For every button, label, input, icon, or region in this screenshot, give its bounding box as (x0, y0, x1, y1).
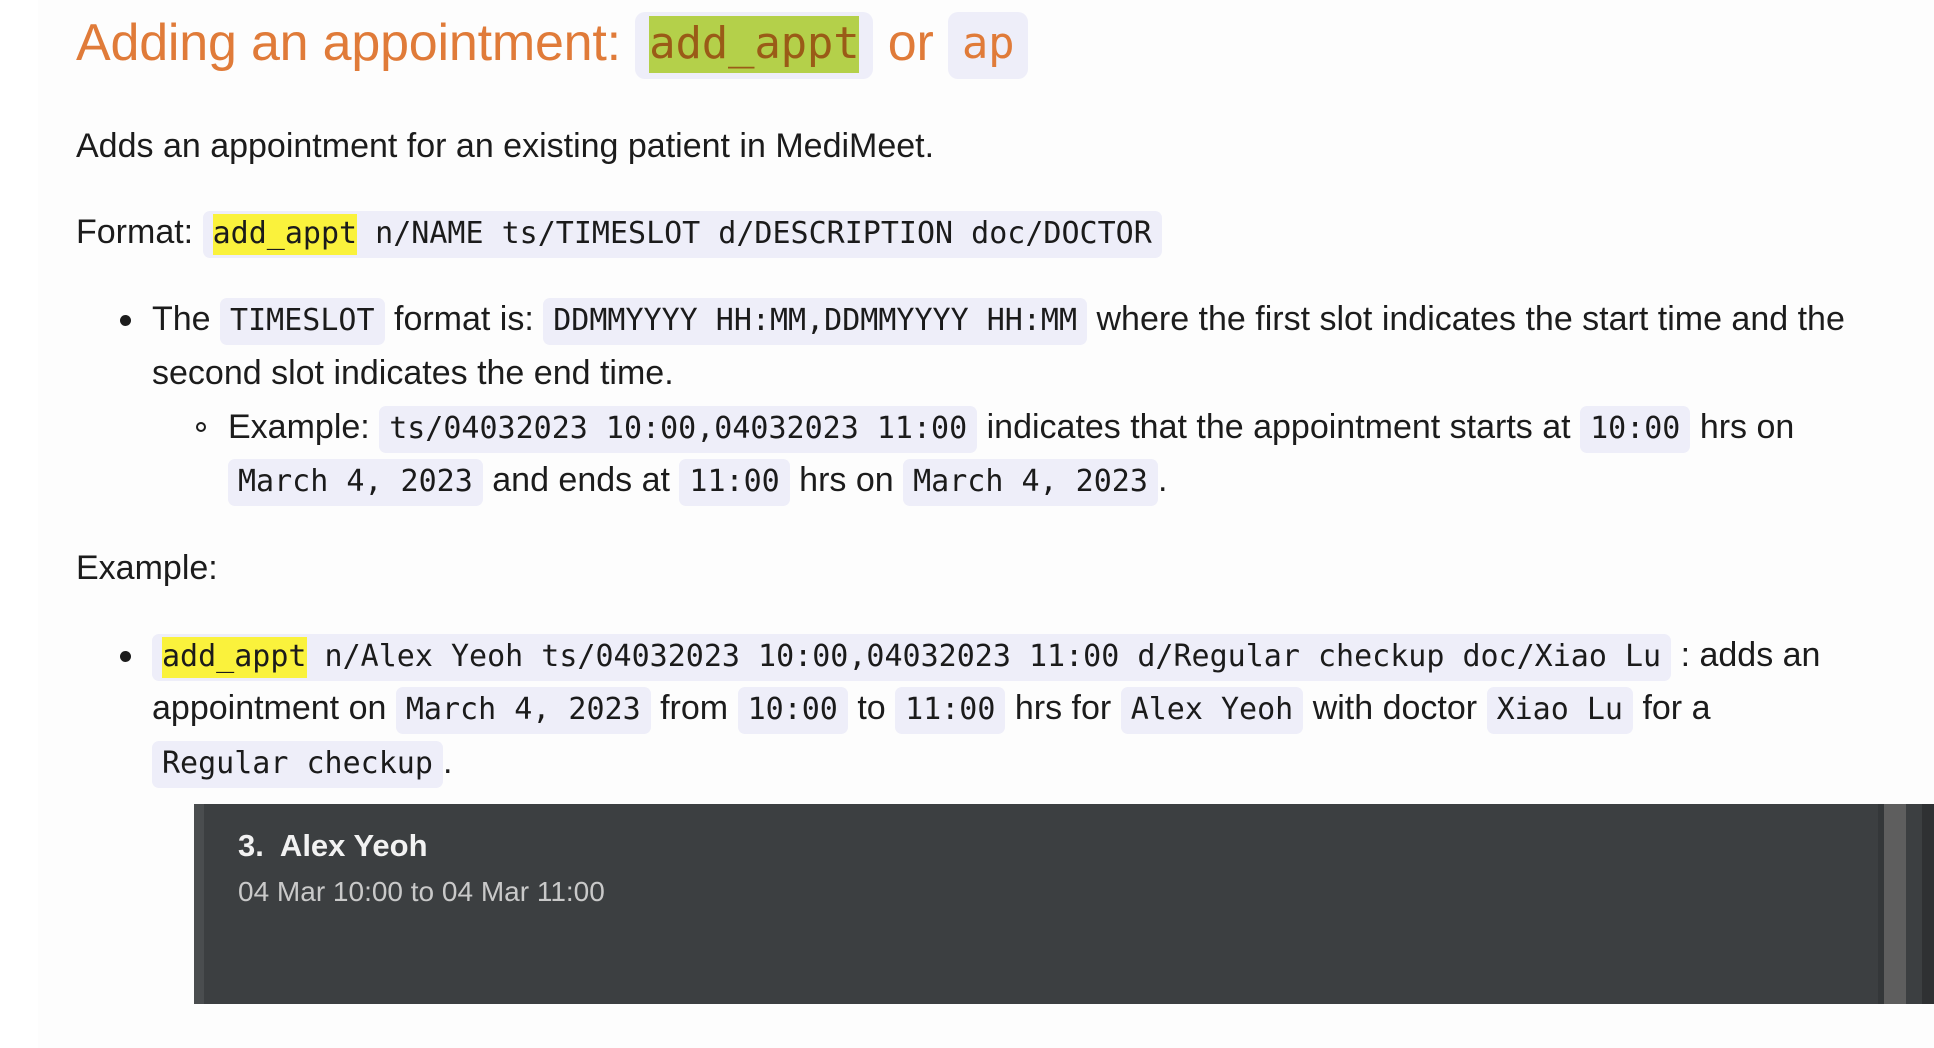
screenshot-scrollbar-thumb[interactable] (1884, 803, 1906, 1004)
screenshot-left-edge (194, 803, 204, 1004)
example-command-highlight: add_appt (162, 636, 307, 678)
timeslot-text-2: format is: (384, 300, 544, 339)
example-patient-code: Alex Yeoh (1120, 687, 1304, 735)
example-text-2: from (650, 689, 738, 728)
example-doctor-code: Xiao Lu (1486, 687, 1633, 735)
timeslot-text-1: The (152, 300, 221, 339)
timeslot-example-list: Example: ts/04032023 10:00,04032023 11:0… (152, 401, 1896, 508)
heading-command-full-code: add_appt (635, 12, 874, 79)
format-command-rest: n/NAME ts/TIMESLOT d/DESCRIPTION doc/DOC… (357, 216, 1152, 252)
example-label: Example: (76, 549, 218, 588)
document-content: Adding an appointment: add_appt or ap Ad… (76, 0, 1934, 1004)
example-bullet-list: add_appt n/Alex Yeoh ts/04032023 10:00,0… (76, 629, 1896, 790)
list-item: add_appt n/Alex Yeoh ts/04032023 10:00,0… (76, 629, 1896, 790)
appointment-entry-title: 3. Alex Yeoh (238, 827, 428, 863)
example-end-time-code: 11:00 (895, 687, 1006, 735)
page-title: Adding an appointment: add_appt or ap (76, 0, 1896, 79)
timeslot-example-code: ts/04032023 10:00,04032023 11:00 (379, 405, 978, 453)
screenshot-right-edge (1922, 803, 1934, 1004)
timeslot-format-code: DDMMYYYY HH:MM,DDMMYYYY HH:MM (543, 298, 1088, 346)
app-screenshot: 3. Alex Yeoh 04 Mar 10:00 to 04 Mar 11:0… (194, 803, 1934, 1004)
page-title-prefix: Adding an appointment: (76, 14, 636, 72)
example-text-5: with doctor (1303, 689, 1487, 728)
timeslot-bullet-list: The TIMESLOT format is: DDMMYYYY HH:MM,D… (76, 293, 1896, 508)
example-start-time-code: 10:00 (737, 687, 848, 735)
timeslot-example-end-date-code: March 4, 2023 (903, 459, 1158, 507)
timeslot-example-text-6: . (1157, 461, 1168, 500)
format-line: Format: add_appt n/NAME ts/TIMESLOT d/DE… (76, 206, 1896, 259)
example-text-7: . (442, 743, 453, 782)
timeslot-example-text-3: hrs on (1690, 407, 1795, 446)
example-description-code: Regular checkup (152, 741, 443, 789)
timeslot-keyword-code: TIMESLOT (220, 298, 385, 346)
example-command-code: add_appt n/Alex Yeoh ts/04032023 10:00,0… (152, 633, 1672, 681)
format-command-highlight: add_appt (212, 214, 358, 256)
list-item: The TIMESLOT format is: DDMMYYYY HH:MM,D… (76, 293, 1896, 508)
example-text-3: to (847, 689, 896, 728)
example-text-4: hrs for (1005, 689, 1121, 728)
document-page: Adding an appointment: add_appt or ap Ad… (38, 0, 1934, 1048)
timeslot-example-end-time-code: 11:00 (679, 459, 790, 507)
example-date-code: March 4, 2023 (395, 687, 651, 735)
timeslot-example-text-2: indicates that the appointment starts at (977, 407, 1581, 446)
format-code: add_appt n/NAME ts/TIMESLOT d/DESCRIPTIO… (202, 211, 1162, 259)
heading-command-full-highlight: add_appt (649, 16, 860, 73)
list-item: Example: ts/04032023 10:00,04032023 11:0… (152, 401, 1896, 508)
appointment-entry-timeslot: 04 Mar 10:00 to 04 Mar 11:00 (238, 876, 605, 908)
page-title-conjunction: or (873, 14, 948, 72)
timeslot-example-start-date-code: March 4, 2023 (228, 459, 483, 507)
example-command-rest: n/Alex Yeoh ts/04032023 10:00,04032023 1… (306, 638, 1662, 674)
appointment-entry: 3. Alex Yeoh 04 Mar 10:00 to 04 Mar 11:0… (238, 826, 1824, 908)
timeslot-example-start-time-code: 10:00 (1580, 405, 1691, 453)
timeslot-example-text-5: hrs on (789, 461, 904, 500)
intro-paragraph: Adds an appointment for an existing pati… (76, 126, 935, 165)
timeslot-example-text-1: Example: (228, 407, 380, 446)
example-text-6: for a (1633, 689, 1711, 728)
format-label: Format: (76, 213, 203, 252)
heading-command-short-code: ap (947, 12, 1029, 79)
timeslot-example-text-4: and ends at (482, 461, 680, 500)
